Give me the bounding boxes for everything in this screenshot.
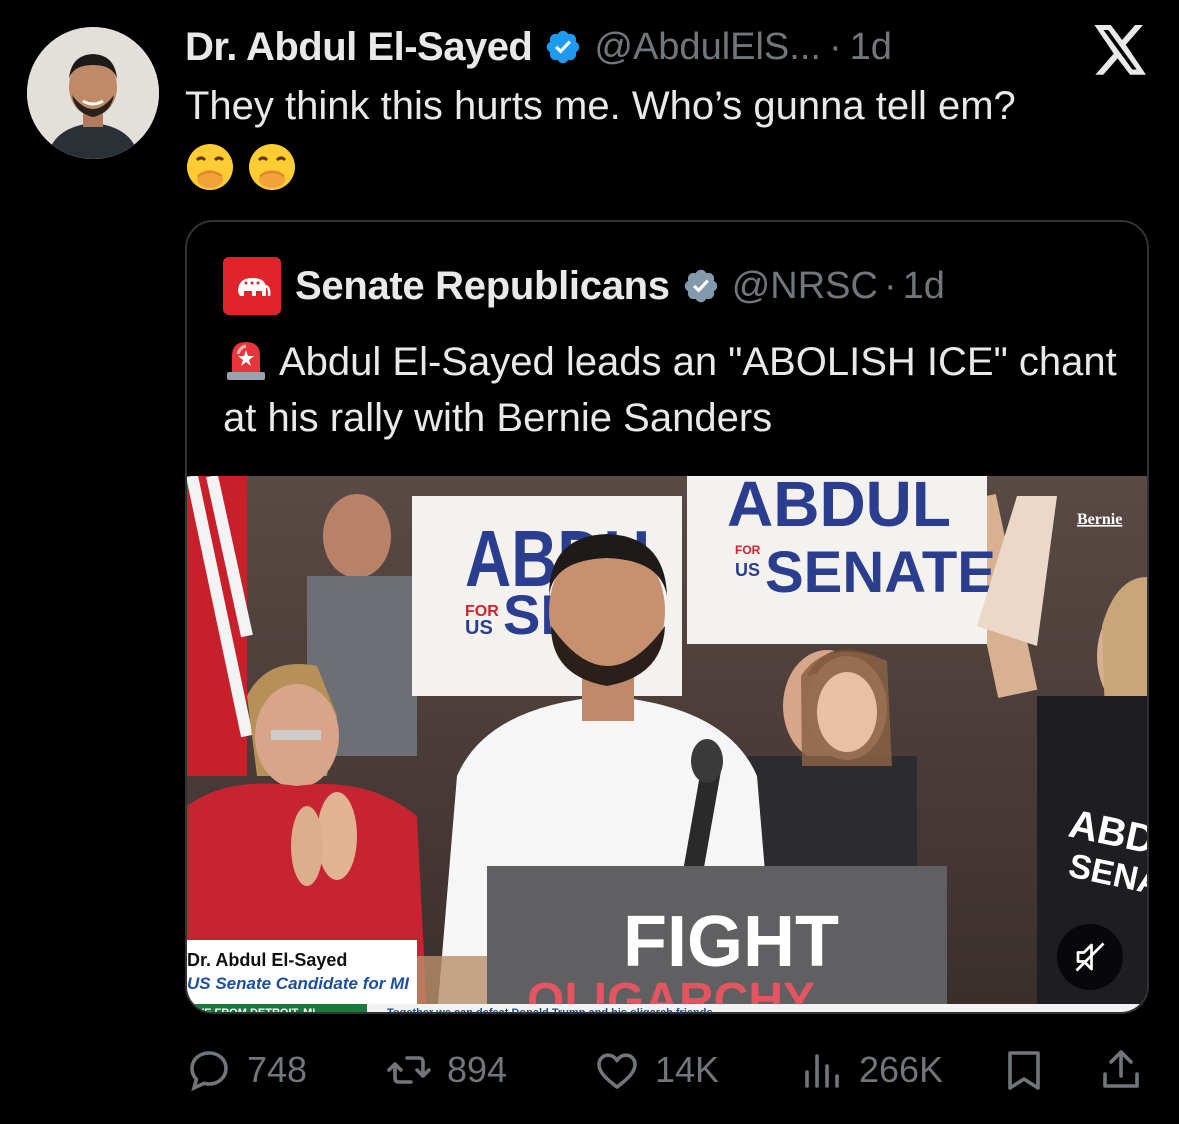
reply-icon: [190, 1051, 228, 1092]
tweet-header: Dr. Abdul El-Sayed @AbdulElS... · 1d: [185, 22, 892, 72]
views-button[interactable]: 266K: [797, 1040, 943, 1100]
quoted-tweet[interactable]: Senate Republicans @NRSC · 1d Abdul El-S…: [185, 220, 1149, 1014]
lower-third-name: Dr. Abdul El-Sayed: [187, 950, 348, 970]
podium: FIGHT OLIGARCHY: [487, 866, 947, 1012]
tweet-age[interactable]: 1d: [850, 26, 892, 69]
bookmark-icon: [1008, 1051, 1040, 1090]
quoted-tweet-header: Senate Republicans @NRSC · 1d: [223, 257, 945, 315]
american-flag: [187, 476, 253, 776]
sign-right-bottom: SENATE: [765, 540, 996, 605]
face-with-hand-over-mouth-icon: [187, 144, 233, 190]
lower-third-title: US Senate Candidate for MI: [187, 974, 409, 993]
verified-badge-icon: [684, 269, 717, 303]
action-bar: 748 894 14K 266K: [185, 1040, 1149, 1100]
author-handle[interactable]: @AbdulElS...: [594, 26, 821, 69]
sign-right-top: ABDUL: [727, 476, 951, 540]
quoted-video[interactable]: ABDU FOR US SEN ABDUL FOR US SENATE: [187, 476, 1147, 1014]
repost-button[interactable]: 894: [385, 1040, 507, 1100]
separator-dot: ·: [828, 25, 842, 68]
share-button[interactable]: [1097, 1040, 1145, 1100]
quoted-tweet-age[interactable]: 1d: [903, 265, 945, 308]
reply-count: 748: [247, 1049, 308, 1090]
ticker-location: LIVE FROM DETROIT, MI: [187, 1004, 367, 1012]
separator-dot: ·: [883, 264, 897, 307]
mute-button[interactable]: [1057, 924, 1123, 990]
repost-icon: [387, 1056, 431, 1084]
campaign-sign-right: ABDUL FOR US SENATE: [687, 476, 996, 644]
sign-right-for: FOR: [735, 543, 761, 557]
author-avatar[interactable]: [27, 27, 159, 159]
like-icon: [597, 1053, 637, 1089]
siren-icon: [227, 342, 265, 380]
ticker-message: Together we can defeat Donald Trump and …: [387, 1007, 713, 1014]
like-count: 14K: [655, 1049, 720, 1090]
views-icon: [805, 1054, 839, 1088]
video-frame: ABDU FOR US SEN ABDUL FOR US SENATE: [187, 476, 1147, 1012]
quoted-author-handle[interactable]: @NRSC: [732, 265, 878, 308]
author-name[interactable]: Dr. Abdul El-Sayed: [185, 25, 533, 70]
like-button[interactable]: 14K: [593, 1040, 719, 1100]
share-icon: [1103, 1050, 1139, 1088]
face-with-hand-over-mouth-icon: [249, 144, 295, 190]
tweet-emojis: [185, 142, 297, 192]
lower-third: Dr. Abdul El-Sayed US Senate Candidate f…: [187, 940, 417, 1004]
tweet-text: They think this hurts me. Who’s gunna te…: [185, 84, 1016, 128]
mute-icon: [1075, 942, 1105, 972]
reply-button[interactable]: 748: [185, 1040, 307, 1100]
verified-badge-icon: [547, 30, 580, 64]
view-count: 266K: [859, 1049, 944, 1090]
nrsc-avatar[interactable]: [223, 257, 281, 315]
quoted-tweet-text: Abdul El-Sayed leads an "ABOLISH ICE" ch…: [223, 334, 1123, 446]
sign-right-us: US: [735, 560, 760, 580]
quoted-author-name[interactable]: Senate Republicans: [295, 264, 670, 309]
repost-count: 894: [447, 1049, 508, 1090]
x-logo-icon[interactable]: [1093, 25, 1149, 75]
bernie-logo: Bernie: [1077, 511, 1122, 528]
podium-text: FIGHT: [623, 902, 839, 982]
news-ticker: LIVE FROM DETROIT, MI Together we can de…: [187, 1004, 1147, 1014]
bookmark-button[interactable]: [1000, 1040, 1048, 1100]
quoted-tweet-body: Abdul El-Sayed leads an "ABOLISH ICE" ch…: [223, 340, 1117, 440]
sign-left-us: US: [465, 617, 493, 639]
elephant-icon: [238, 278, 271, 297]
